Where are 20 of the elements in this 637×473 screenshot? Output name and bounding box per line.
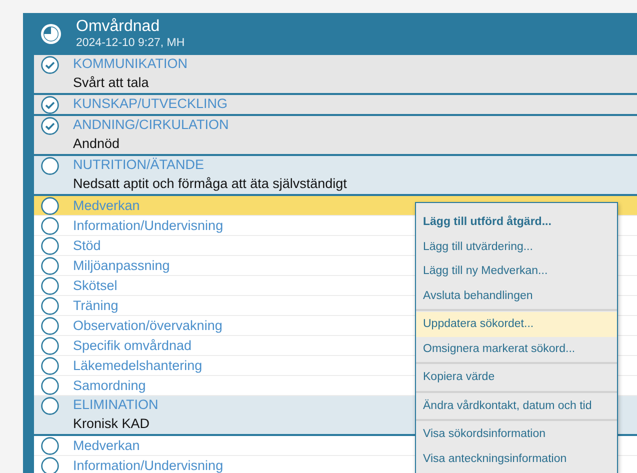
- menu-item[interactable]: Lägg till utvärdering...: [416, 234, 617, 259]
- checked-circle-icon[interactable]: [41, 117, 59, 135]
- panel-subtitle: 2024-12-10 9:27, MH: [76, 36, 185, 50]
- panel-title: Omvårdnad: [76, 18, 161, 36]
- empty-circle-icon[interactable]: [41, 157, 59, 175]
- category-label[interactable]: KOMMUNIKATION: [73, 55, 188, 73]
- category-note: Svårt att tala: [73, 74, 150, 92]
- empty-circle-icon[interactable]: [41, 397, 59, 415]
- checked-circle-icon[interactable]: [41, 56, 59, 74]
- menu-item[interactable]: Ändra vårdkontakt, datum och tid: [416, 394, 617, 418]
- category-label[interactable]: ANDNING/CIRKULATION: [73, 116, 229, 134]
- checked-circle-icon[interactable]: [41, 96, 59, 114]
- category-note: Andnöd: [73, 135, 121, 153]
- clock-icon: [40, 23, 62, 45]
- menu-item[interactable]: Uppdatera sökordet...: [416, 312, 617, 336]
- category-note: Kronisk KAD: [73, 415, 151, 433]
- menu-item[interactable]: Kopiera värde: [416, 365, 617, 390]
- category-label[interactable]: ELIMINATION: [73, 396, 158, 414]
- category-note: Nedsatt aptit och förmåga att äta självständigt: [73, 175, 347, 193]
- category-label[interactable]: NUTRITION/ÄTANDE: [73, 156, 347, 174]
